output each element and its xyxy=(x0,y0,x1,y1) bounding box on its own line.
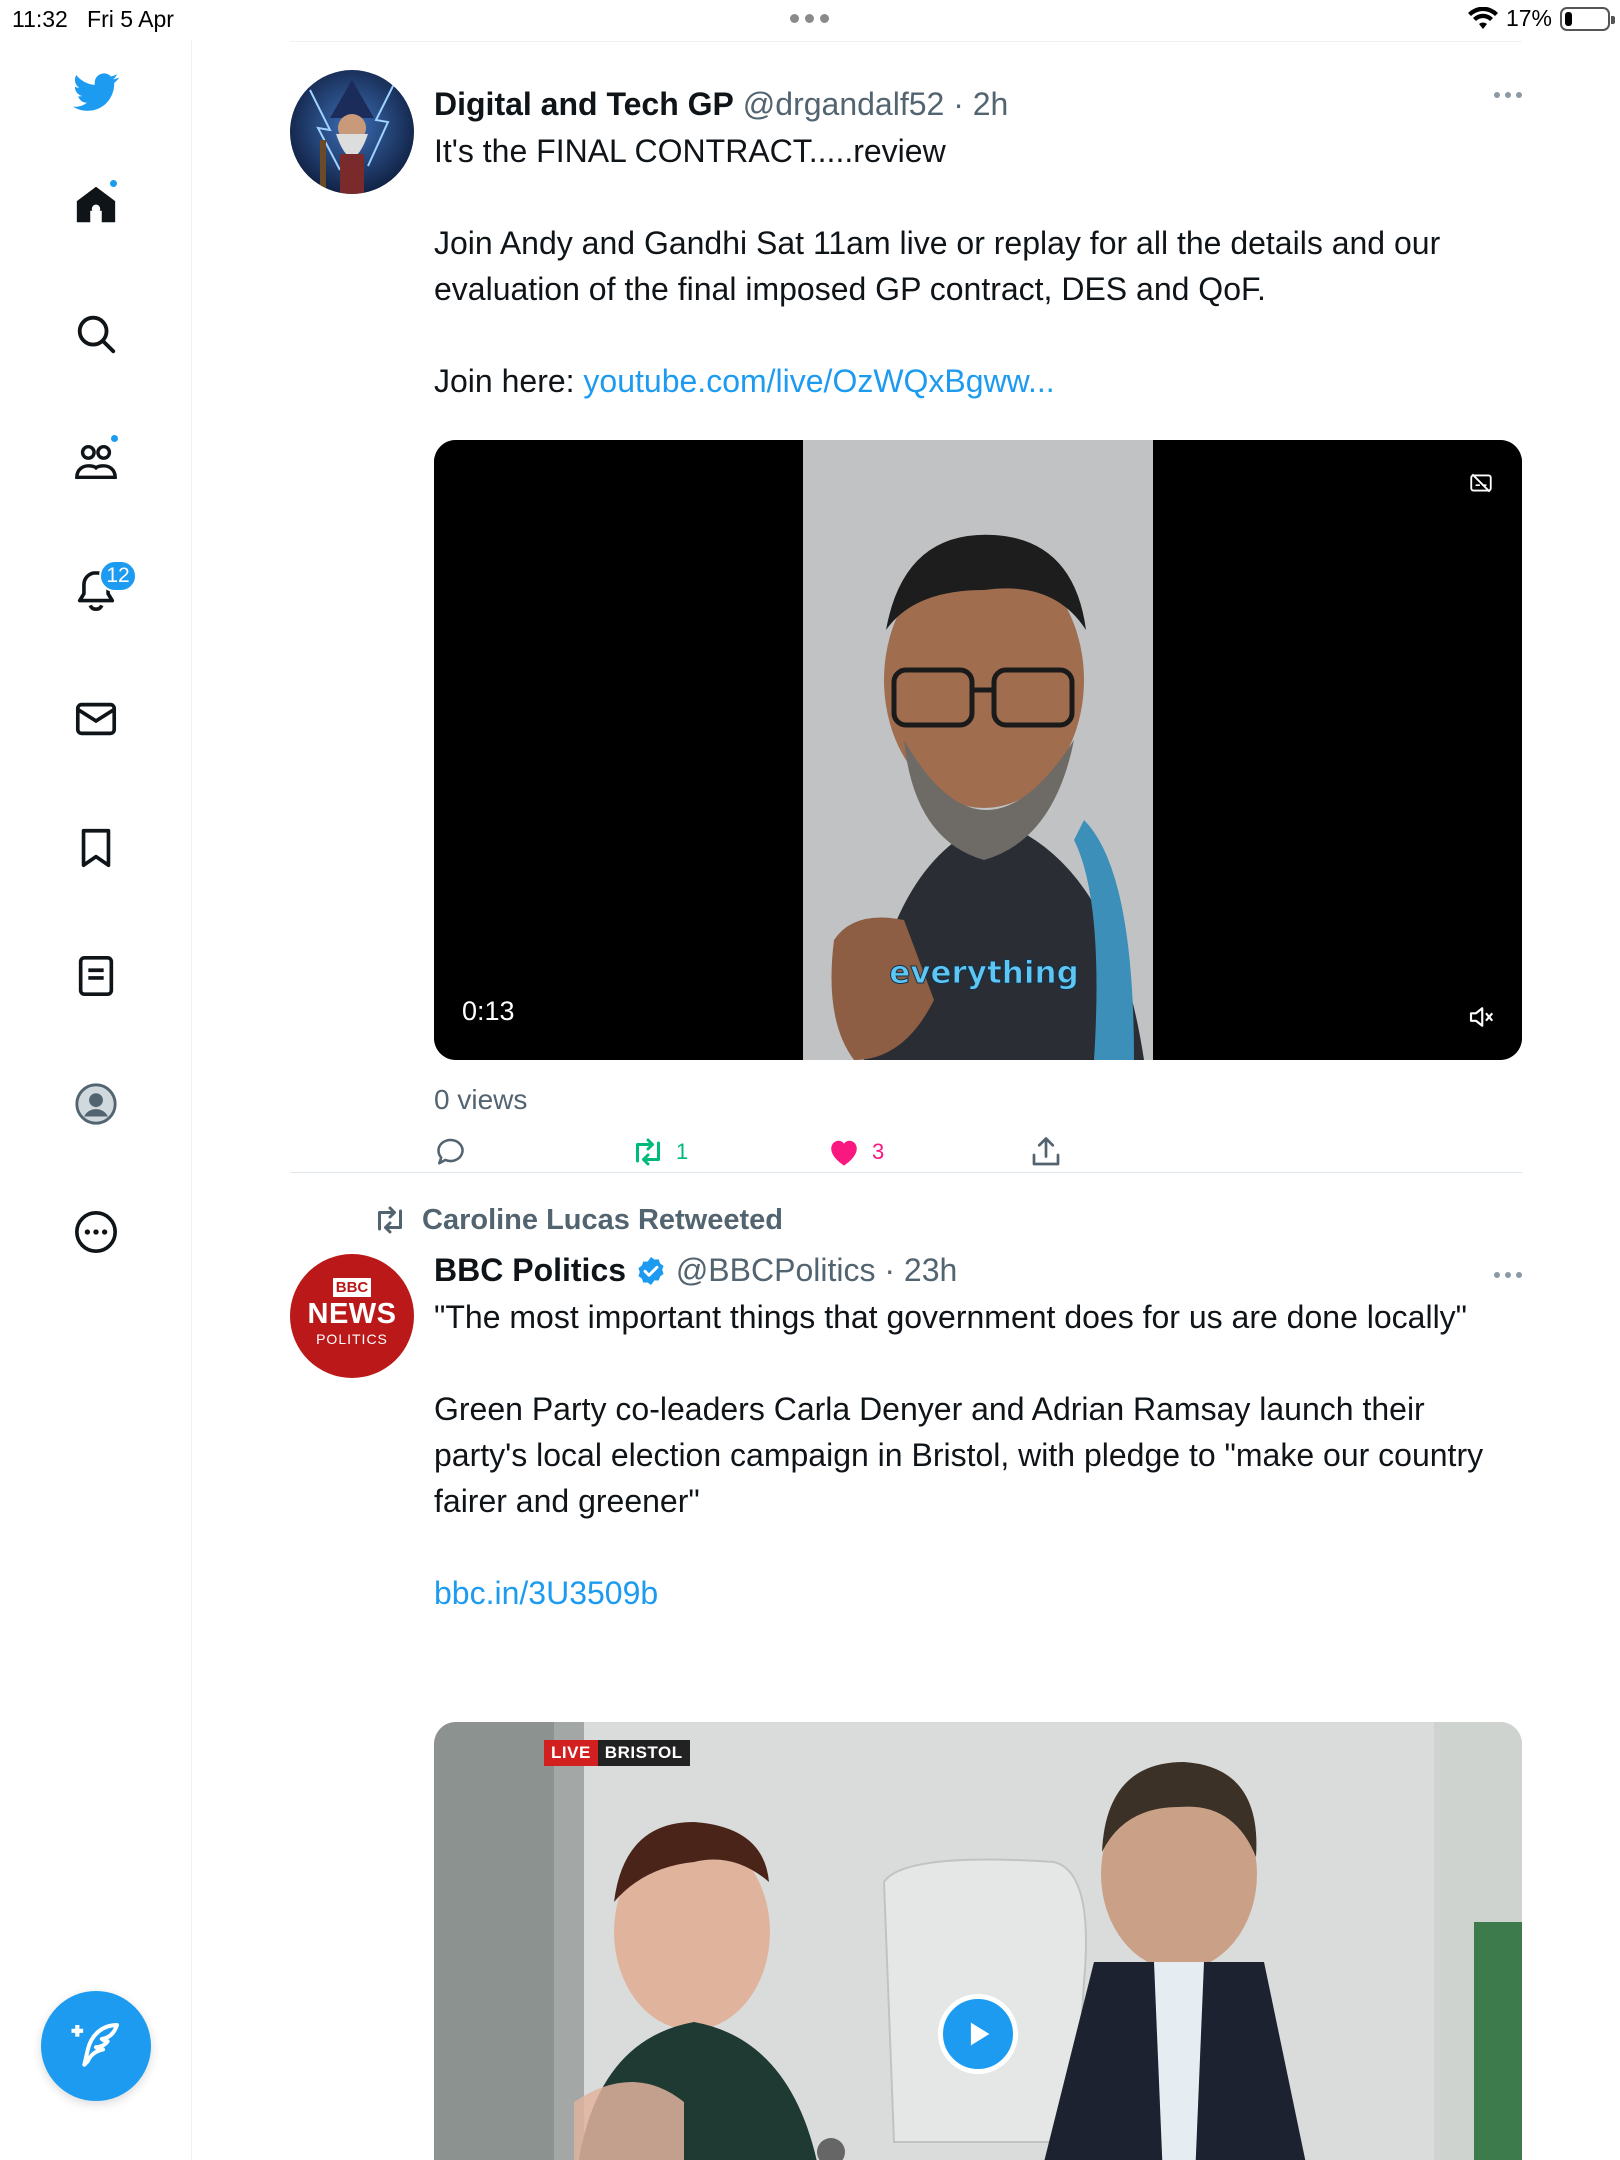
tweet-text-paragraph: "The most important things that governme… xyxy=(434,1299,1468,1335)
communities-icon xyxy=(75,444,117,480)
status-bar: 11:32 Fri 5 Apr 17% xyxy=(0,0,1620,40)
share-button[interactable] xyxy=(1028,1134,1064,1170)
status-time: 11:32 Fri 5 Apr xyxy=(12,6,174,32)
nav-bookmarks[interactable] xyxy=(65,817,127,879)
author-avatar[interactable] xyxy=(290,70,414,194)
author-handle[interactable]: @BBCPolitics xyxy=(676,1252,876,1288)
home-unread-dot xyxy=(108,178,119,189)
bbc-logo-politics: POLITICS xyxy=(316,1331,388,1347)
tweet-more-menu[interactable] xyxy=(1494,92,1522,98)
tweet-text-paragraph: Green Party co-leaders Carla Denyer and … xyxy=(434,1391,1484,1519)
profile-avatar-icon xyxy=(75,1083,117,1125)
share-icon xyxy=(1032,1137,1060,1166)
like-count: 3 xyxy=(872,1139,885,1164)
tweet-header: BBC Politics @BBCPolitics · 23h xyxy=(434,1252,958,1288)
wifi-icon xyxy=(1467,6,1498,29)
tweet-divider xyxy=(290,1172,1522,1173)
nav-home[interactable] xyxy=(65,174,127,236)
nav-communities[interactable] xyxy=(65,431,127,493)
bird-icon xyxy=(73,73,119,111)
tweet-header: Digital and Tech GP @drgandalf52 · 2h xyxy=(434,86,1009,122)
play-button[interactable] xyxy=(938,1994,1018,2074)
communities-unread-dot xyxy=(109,433,120,444)
author-handle[interactable]: @drgandalf52 xyxy=(743,86,945,122)
video-frame-image xyxy=(434,1722,1522,2160)
bbc-logo: BBC NEWS POLITICS xyxy=(290,1278,414,1347)
wizard-avatar-image xyxy=(290,70,414,194)
feed-top-divider xyxy=(290,41,1522,42)
like-button[interactable]: 3 xyxy=(826,1134,884,1170)
search-icon xyxy=(77,315,116,354)
author-avatar[interactable]: BBC NEWS POLITICS xyxy=(290,1254,414,1378)
tweet-text-paragraph: Join Andy and Gandhi Sat 11am live or re… xyxy=(434,225,1441,307)
retweet-context-icon xyxy=(378,1206,402,1234)
tweet-text-line: Join here: youtube.com/live/OzWQxBgww... xyxy=(434,363,1055,399)
mute-icon[interactable] xyxy=(1466,1002,1496,1032)
author-name[interactable]: Digital and Tech GP xyxy=(434,86,734,122)
list-icon xyxy=(78,955,114,997)
play-icon xyxy=(970,2022,990,2046)
bookmark-icon xyxy=(81,828,111,868)
reply-button[interactable] xyxy=(434,1134,470,1170)
tweet-video[interactable]: LIVE BRISTOL xyxy=(434,1722,1522,2160)
tweet-actions: 1 3 xyxy=(434,1134,1134,1174)
bbc-logo-letters: BBC xyxy=(332,1278,372,1297)
tweet-link[interactable]: youtube.com/live/OzWQxBgww... xyxy=(583,363,1054,399)
nav-lists[interactable] xyxy=(65,945,127,1007)
retweet-icon xyxy=(636,1138,660,1166)
compose-tweet-button[interactable] xyxy=(41,1991,151,2101)
compose-feather-icon xyxy=(71,2023,119,2067)
status-indicators: 17% xyxy=(1467,5,1615,32)
video-timestamp: 0:13 xyxy=(462,996,515,1026)
nav-explore[interactable] xyxy=(65,303,127,365)
nav-notifications[interactable]: 12 xyxy=(65,560,137,622)
live-badge: LIVE BRISTOL xyxy=(544,1740,690,1766)
tweet-video[interactable]: everything 0:13 xyxy=(434,440,1522,1060)
tweet-text: "The most important things that governme… xyxy=(434,1294,1522,1616)
bbc-logo-news: NEWS xyxy=(307,1298,397,1330)
tweet-card[interactable]: Caroline Lucas Retweeted BBC NEWS POLITI… xyxy=(290,1202,1522,2160)
heart-filled-icon xyxy=(831,1140,857,1166)
multitasking-grip[interactable] xyxy=(790,14,829,23)
more-circle-icon xyxy=(75,1211,117,1253)
video-caption: everything xyxy=(889,955,1080,992)
nav-messages[interactable] xyxy=(65,688,127,750)
battery-icon xyxy=(1560,6,1615,31)
live-badge-label: LIVE xyxy=(544,1740,598,1766)
sidebar-nav: 12 xyxy=(0,40,192,2160)
tweet-text-line: It's the FINAL CONTRACT.....review xyxy=(434,133,946,169)
view-count: 0 views xyxy=(434,1084,528,1115)
tweet-time[interactable]: 23h xyxy=(904,1252,957,1288)
tweet-more-menu[interactable] xyxy=(1494,1272,1522,1278)
tweet-link[interactable]: bbc.in/3U3509b xyxy=(434,1575,658,1611)
retweet-context-label: Caroline Lucas Retweeted xyxy=(422,1203,783,1236)
nav-profile[interactable] xyxy=(65,1073,127,1135)
battery-percent: 17% xyxy=(1505,5,1552,31)
reply-icon xyxy=(437,1138,464,1165)
tweet-text: It's the FINAL CONTRACT.....review Join … xyxy=(434,128,1522,404)
notifications-badge: 12 xyxy=(99,560,137,592)
retweet-count: 1 xyxy=(676,1139,689,1164)
live-badge-location: BRISTOL xyxy=(597,1740,690,1766)
tweet-time[interactable]: 2h xyxy=(973,86,1009,122)
nav-more[interactable] xyxy=(65,1201,127,1263)
author-name[interactable]: BBC Politics xyxy=(434,1252,626,1288)
tweet-card[interactable]: Digital and Tech GP @drgandalf52 · 2h It… xyxy=(290,70,1522,1210)
retweet-button[interactable]: 1 xyxy=(630,1134,688,1170)
retweet-context[interactable]: Caroline Lucas Retweeted xyxy=(372,1202,783,1238)
captions-icon[interactable] xyxy=(1468,470,1494,496)
twitter-logo[interactable] xyxy=(65,61,127,123)
mail-icon xyxy=(75,702,117,736)
verified-badge-icon xyxy=(638,1257,664,1285)
